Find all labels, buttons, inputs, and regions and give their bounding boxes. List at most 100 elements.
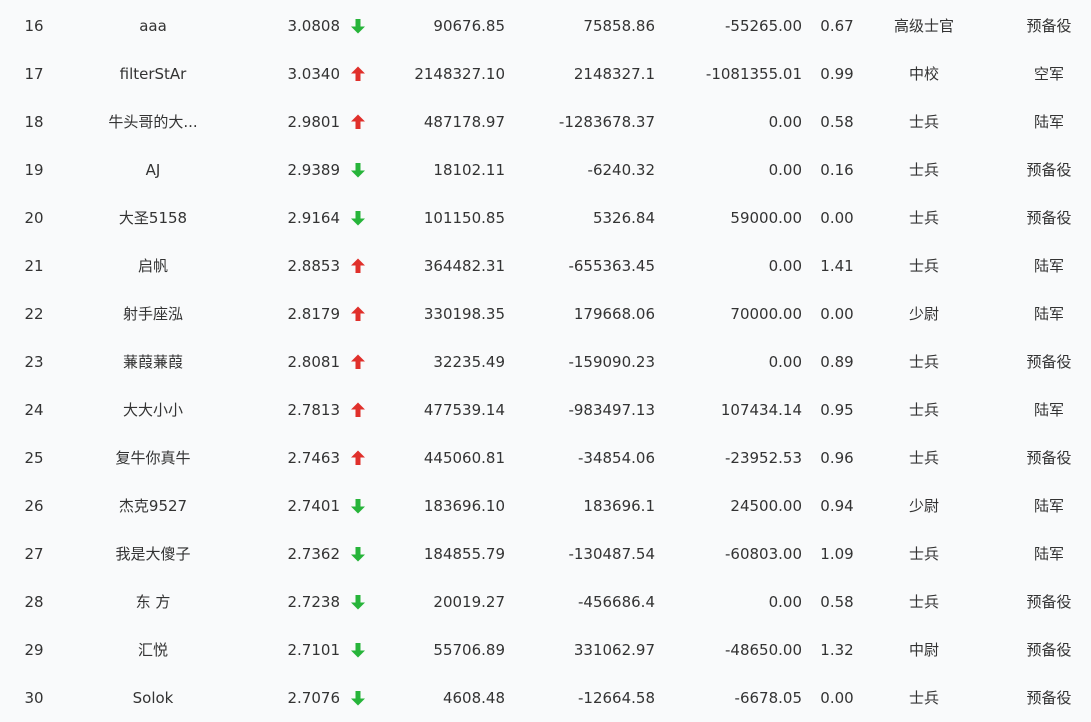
value1-cell: 364482.31 — [423, 257, 505, 275]
player-name-link[interactable]: 蒹葭蒹葭 — [92, 338, 214, 386]
rank-cell: 20 — [24, 209, 44, 227]
value2-cell: 5326.84 — [592, 209, 655, 227]
value1-cell: 183696.10 — [423, 497, 505, 515]
player-name-link[interactable]: AJ — [92, 146, 214, 194]
score-cell: 2.7076 — [287, 689, 341, 707]
arrow-up-icon — [349, 98, 367, 146]
value1-cell: 4608.48 — [442, 689, 505, 707]
player-name-link[interactable]: 大圣5158 — [92, 194, 214, 242]
rank-cell: 21 — [24, 257, 44, 275]
arrow-down-icon — [349, 2, 367, 50]
value1-cell: 32235.49 — [433, 353, 505, 371]
arrow-down-icon — [349, 194, 367, 242]
branch-cell: 陆军 — [1033, 545, 1064, 563]
player-name-link[interactable]: 汇悦 — [92, 626, 214, 674]
player-name-link[interactable]: 射手座泓 — [92, 290, 214, 338]
arrow-up-icon — [349, 290, 367, 338]
player-name-link[interactable]: Solok — [92, 674, 214, 722]
military-rank-cell: 士兵 — [908, 401, 939, 419]
rank-cell: 17 — [24, 65, 44, 83]
player-name-link[interactable]: 启帆 — [92, 242, 214, 290]
value2-cell: 75858.86 — [583, 17, 655, 35]
arrow-up-icon — [349, 386, 367, 434]
player-name-link[interactable]: 大大小小 — [92, 386, 214, 434]
military-rank-cell: 士兵 — [908, 689, 939, 707]
ratio-cell: 0.99 — [820, 65, 854, 83]
score-cell: 2.8179 — [287, 305, 341, 323]
table-row[interactable]: 30 Solok 2.7076 4608.48 -12664.58 -6678.… — [0, 674, 1091, 722]
value1-cell: 2148327.10 — [414, 65, 505, 83]
branch-cell: 陆军 — [1033, 305, 1064, 323]
military-rank-cell: 高级士官 — [893, 17, 954, 35]
military-rank-cell: 中尉 — [908, 641, 939, 659]
value2-cell: -12664.58 — [578, 689, 655, 707]
score-cell: 3.0808 — [287, 17, 341, 35]
value3-cell: -55265.00 — [725, 17, 802, 35]
table-row[interactable]: 19 AJ 2.9389 18102.11 -6240.32 0.00 0.16… — [0, 146, 1091, 194]
value3-cell: 0.00 — [768, 161, 802, 179]
rank-cell: 16 — [24, 17, 44, 35]
ratio-cell: 0.58 — [820, 113, 854, 131]
military-rank-cell: 少尉 — [908, 497, 939, 515]
value2-cell: 179668.06 — [573, 305, 655, 323]
arrow-down-icon — [349, 578, 367, 626]
score-cell: 2.7238 — [287, 593, 341, 611]
value1-cell: 477539.14 — [423, 401, 505, 419]
value2-cell: -34854.06 — [578, 449, 655, 467]
value3-cell: -1081355.01 — [705, 65, 802, 83]
rank-cell: 27 — [24, 545, 44, 563]
value3-cell: -6678.05 — [734, 689, 802, 707]
player-name-link[interactable]: 牛头哥的大... — [92, 98, 214, 146]
branch-cell: 空军 — [1033, 65, 1064, 83]
value1-cell: 184855.79 — [423, 545, 505, 563]
table-row[interactable]: 21 启帆 2.8853 364482.31 -655363.45 0.00 1… — [0, 242, 1091, 290]
value1-cell: 55706.89 — [433, 641, 505, 659]
table-row[interactable]: 28 东 方 2.7238 20019.27 -456686.4 0.00 0.… — [0, 578, 1091, 626]
table-row[interactable]: 22 射手座泓 2.8179 330198.35 179668.06 70000… — [0, 290, 1091, 338]
value3-cell: 0.00 — [768, 353, 802, 371]
branch-cell: 预备役 — [1026, 593, 1072, 611]
branch-cell: 陆军 — [1033, 401, 1064, 419]
player-name-link[interactable]: 我是大傻子 — [92, 530, 214, 578]
table-row[interactable]: 24 大大小小 2.7813 477539.14 -983497.13 1074… — [0, 386, 1091, 434]
military-rank-cell: 士兵 — [908, 209, 939, 227]
player-name-link[interactable]: 东 方 — [92, 578, 214, 626]
table-row[interactable]: 26 杰克9527 2.7401 183696.10 183696.1 2450… — [0, 482, 1091, 530]
table-row[interactable]: 27 我是大傻子 2.7362 184855.79 -130487.54 -60… — [0, 530, 1091, 578]
arrow-up-icon — [349, 50, 367, 98]
table-row[interactable]: 18 牛头哥的大... 2.9801 487178.97 -1283678.37… — [0, 98, 1091, 146]
branch-cell: 预备役 — [1026, 689, 1072, 707]
rank-cell: 18 — [24, 113, 44, 131]
score-cell: 2.7362 — [287, 545, 341, 563]
value2-cell: -983497.13 — [568, 401, 655, 419]
rank-cell: 28 — [24, 593, 44, 611]
value2-cell: -6240.32 — [587, 161, 655, 179]
branch-cell: 预备役 — [1026, 161, 1072, 179]
ratio-cell: 1.09 — [820, 545, 854, 563]
score-cell: 2.7463 — [287, 449, 341, 467]
ratio-cell: 0.00 — [820, 689, 854, 707]
table-row[interactable]: 29 汇悦 2.7101 55706.89 331062.97 -48650.0… — [0, 626, 1091, 674]
player-name-link[interactable]: aaa — [92, 2, 214, 50]
military-rank-cell: 士兵 — [908, 593, 939, 611]
player-name-link[interactable]: 复牛你真牛 — [92, 434, 214, 482]
value2-cell: -130487.54 — [568, 545, 655, 563]
table-row[interactable]: 25 复牛你真牛 2.7463 445060.81 -34854.06 -239… — [0, 434, 1091, 482]
player-name-link[interactable]: filterStAr — [92, 50, 214, 98]
military-rank-cell: 少尉 — [908, 305, 939, 323]
score-cell: 2.8853 — [287, 257, 341, 275]
table-row[interactable]: 23 蒹葭蒹葭 2.8081 32235.49 -159090.23 0.00 … — [0, 338, 1091, 386]
score-cell: 2.9801 — [287, 113, 341, 131]
table-row[interactable]: 16 aaa 3.0808 90676.85 75858.86 -55265.0… — [0, 2, 1091, 50]
rank-cell: 19 — [24, 161, 44, 179]
ratio-cell: 1.32 — [820, 641, 854, 659]
player-name-link[interactable]: 杰克9527 — [92, 482, 214, 530]
table-row[interactable]: 17 filterStAr 3.0340 2148327.10 2148327.… — [0, 50, 1091, 98]
value2-cell: -655363.45 — [568, 257, 655, 275]
value2-cell: 331062.97 — [573, 641, 655, 659]
rank-cell: 24 — [24, 401, 44, 419]
value2-cell: -159090.23 — [568, 353, 655, 371]
value3-cell: 59000.00 — [730, 209, 802, 227]
table-row[interactable]: 20 大圣5158 2.9164 101150.85 5326.84 59000… — [0, 194, 1091, 242]
military-rank-cell: 士兵 — [908, 257, 939, 275]
